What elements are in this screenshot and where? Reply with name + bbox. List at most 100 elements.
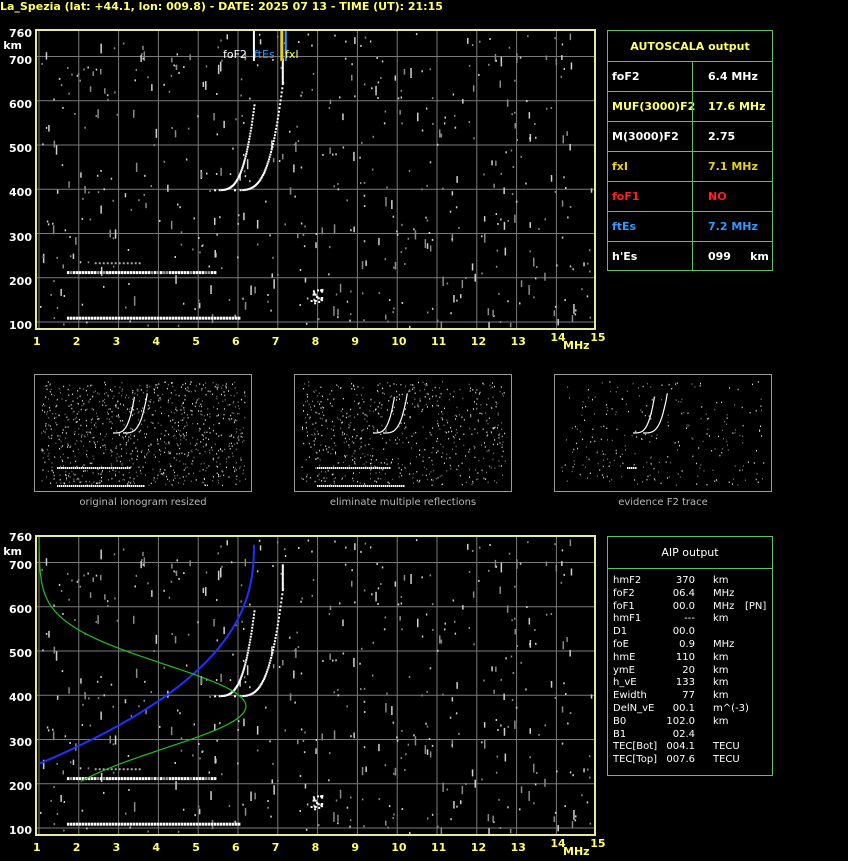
- thumb-speckle: [211, 449, 213, 451]
- thumb-speckle: [449, 393, 451, 395]
- thumb-speckle: [305, 400, 307, 403]
- thumb-speckle: [94, 444, 96, 446]
- thumb-speckle: [85, 389, 87, 392]
- aip-row-name: foE: [613, 639, 629, 650]
- thumb-speckle: [314, 428, 316, 431]
- thumb-speckle: [412, 482, 414, 484]
- thumb-speckle: [175, 394, 177, 396]
- thumb-speckle: [236, 419, 238, 422]
- thumb-speckle: [382, 387, 383, 390]
- thumb-speckle: [419, 479, 421, 482]
- thumb-e-trace: [99, 467, 101, 469]
- thumb-speckle: [333, 465, 335, 467]
- thumb-speckle: [418, 381, 419, 384]
- thumb-speckle: [218, 435, 220, 437]
- thumb-speckle: [484, 446, 486, 448]
- thumb-speckle: [455, 434, 456, 436]
- thumb-speckle: [424, 388, 426, 391]
- thumb-speckle: [224, 399, 226, 401]
- thumb-speckle: [155, 384, 157, 386]
- thumb-speckle: [67, 419, 69, 421]
- thumb-speckle: [499, 442, 501, 444]
- thumb-speckle: [191, 413, 193, 416]
- thumb-speckle: [101, 477, 102, 479]
- thumb-speckle: [451, 448, 453, 450]
- autoscala-row: MUF(3000)F2 17.6 MHz: [608, 91, 772, 121]
- thumb-speckle: [243, 469, 244, 471]
- thumb-speckle: [67, 446, 68, 448]
- thumb-speckle: [131, 414, 133, 417]
- thumb-speckle: [90, 384, 92, 387]
- thumb-speckle: [363, 428, 365, 431]
- model-profile-green: [38, 537, 247, 783]
- aip-row-name: foF2: [613, 587, 635, 599]
- thumb-speckle: [67, 457, 69, 459]
- thumb-speckle: [174, 389, 176, 392]
- thumb-speckle: [372, 448, 374, 450]
- thumb-speckle: [105, 383, 107, 386]
- thumb-speckle: [77, 402, 79, 405]
- thumb-speckle: [156, 384, 158, 386]
- thumb-speckle: [342, 415, 344, 417]
- thumb-speckle: [613, 459, 615, 462]
- thumb-speckle: [373, 410, 375, 413]
- top-y-tick-300: 300: [9, 231, 32, 244]
- thumb-speckle: [428, 473, 430, 475]
- thumb-speckle: [172, 435, 174, 437]
- thumb-speckle: [306, 393, 308, 396]
- thumb-e-trace: [61, 467, 63, 469]
- thumb-speckle: [69, 384, 71, 387]
- thumb-speckle: [621, 453, 623, 455]
- thumb-e-trace: [69, 485, 71, 487]
- thumb-speckle: [471, 433, 473, 435]
- thumb-speckle: [729, 387, 730, 389]
- thumb-speckle: [55, 416, 57, 419]
- thumb-e-trace: [367, 467, 369, 469]
- thumb-speckle: [678, 400, 680, 403]
- thumb-speckle: [691, 437, 693, 439]
- thumb-speckle: [208, 438, 210, 441]
- thumb-speckle: [429, 398, 431, 400]
- thumb-speckle: [458, 465, 460, 467]
- aip-row-value: 370: [675, 575, 695, 586]
- thumb-e-trace: [121, 485, 123, 487]
- thumb-speckle: [370, 454, 371, 457]
- thumb-speckle: [498, 460, 500, 462]
- thumb-speckle: [721, 401, 723, 404]
- thumb-speckle: [481, 412, 483, 415]
- thumb-speckle: [504, 460, 506, 462]
- thumb-speckle: [362, 386, 364, 389]
- thumb-speckle: [432, 389, 433, 391]
- thumb-speckle: [476, 398, 478, 400]
- cluster-8mhz: [321, 805, 324, 808]
- thumb-speckle: [574, 463, 575, 466]
- thumb-speckle: [55, 442, 57, 444]
- autoscala-row-divider: [692, 182, 693, 211]
- top_plot-x-tick-12: 12: [470, 335, 487, 348]
- thumb-speckle: [650, 417, 652, 420]
- thumb-speckle: [200, 403, 202, 406]
- thumb-e-trace: [59, 485, 61, 487]
- thumb-e-trace: [137, 485, 139, 487]
- thumb-e-trace: [359, 467, 361, 469]
- thumb-speckle: [333, 480, 335, 483]
- thumb-speckle: [396, 396, 398, 398]
- thumb-speckle: [386, 458, 388, 461]
- thumb-speckle: [699, 467, 701, 469]
- thumb-speckle: [486, 450, 488, 452]
- thumb-speckle: [384, 473, 386, 475]
- thumb-speckle: [100, 473, 102, 475]
- aip-row-value: ---: [684, 613, 695, 625]
- thumb-e-trace: [353, 467, 355, 469]
- thumb-speckle: [749, 411, 751, 414]
- thumb-speckle: [687, 425, 689, 428]
- thumb-speckle: [90, 421, 92, 424]
- thumb-e-trace: [133, 485, 135, 487]
- thumb-speckle: [681, 470, 683, 472]
- thumb-speckle: [396, 399, 397, 401]
- thumbnail-original: [34, 374, 252, 492]
- thumb-speckle: [656, 434, 658, 436]
- thumb-e-trace: [365, 485, 367, 487]
- thumb-speckle: [182, 383, 184, 386]
- thumb-speckle: [149, 401, 151, 403]
